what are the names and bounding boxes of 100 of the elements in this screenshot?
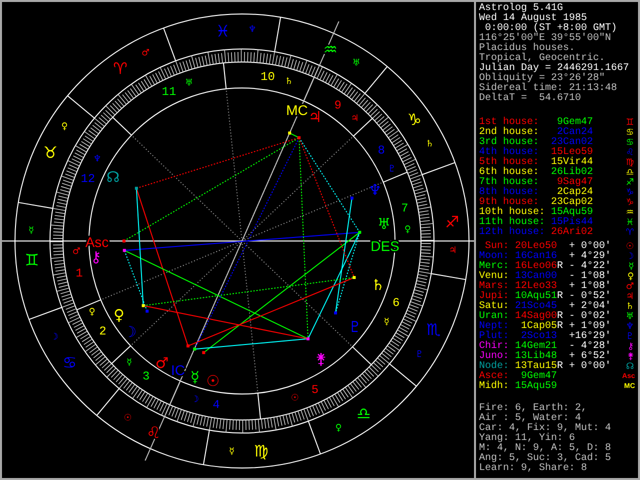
point-name: Chir: xyxy=(479,342,509,352)
chart-info-text: Julian Day = 2446291.1667 xyxy=(479,64,630,74)
point-position: 1Cap05 xyxy=(520,322,557,332)
house-number: 11 xyxy=(162,84,176,99)
element-count-text: Air : 5, Water: 4 xyxy=(479,414,582,424)
sign-glyph: ♋ xyxy=(62,353,77,372)
house-position: 26Ari02 xyxy=(550,228,593,238)
house-number: 9 xyxy=(334,98,342,112)
planet-glyph: ☽ xyxy=(123,323,137,341)
point-name: Nept: xyxy=(479,322,509,332)
point-name: Mars: xyxy=(479,282,509,292)
point-position: 16Can16 xyxy=(514,252,557,262)
house-label: 4th house: xyxy=(479,148,540,158)
point-position: 21Sco45 xyxy=(514,302,557,312)
house-number: 3 xyxy=(142,370,150,384)
house-number: 4 xyxy=(212,398,220,412)
house-number: 7 xyxy=(401,201,408,216)
latitude-text: + 1°09' xyxy=(568,321,611,332)
sign-glyph: ♒ xyxy=(626,208,634,218)
house-label: 12th house: xyxy=(479,228,545,238)
latitude-text: + 4°29' xyxy=(568,251,611,262)
planet-glyph: ☉ xyxy=(626,242,634,252)
house-position: 2Cap24 xyxy=(556,188,593,198)
house-number: 10 xyxy=(260,70,275,84)
point-name: Merc: xyxy=(479,262,509,272)
point-position: 16Leo06 xyxy=(514,262,557,272)
planet-glyph: ♀ xyxy=(627,272,634,282)
chart-info-text: Obliquity = 23°26'28" xyxy=(479,74,606,84)
point-position: 15Aqu59 xyxy=(514,382,557,392)
house-label: 3rd house: xyxy=(479,138,540,148)
house-position: 15Aqu59 xyxy=(550,208,593,218)
ruler-glyph: ♀ xyxy=(61,122,68,132)
chart-info-text: Astrolog 5.41G xyxy=(479,4,564,14)
point-name: Sun: xyxy=(484,242,509,252)
ruler-glyph: ☉ xyxy=(124,413,132,424)
sign-glyph: ♎ xyxy=(626,168,634,178)
point-position: 13Lib48 xyxy=(514,352,557,362)
element-count-text: Yang: 11, Yin: 6 xyxy=(479,434,576,444)
house-label: 10th house: xyxy=(479,208,545,218)
latitude-text: - 0°52' xyxy=(568,291,611,302)
sign-glyph: ♓ xyxy=(626,218,634,228)
ruler-glyph: ♇ xyxy=(388,164,396,175)
house-label: 8th house: xyxy=(479,188,540,198)
element-count-text: Learn: 9, Share: 8 xyxy=(479,464,588,474)
chart-info-text: 0:00:00 (ST +8:00 GMT) xyxy=(485,24,618,34)
latitude-text: + 6°52' xyxy=(568,351,611,362)
house-label: 2nd house: xyxy=(479,128,540,138)
house-number: 5 xyxy=(311,383,319,398)
house-number: 1 xyxy=(76,266,83,281)
house-label: 1st house: xyxy=(479,118,540,128)
ruler-glyph: ♄ xyxy=(426,139,434,150)
ruler-glyph: ♆ xyxy=(93,154,102,165)
latitude-text: + 1°08' xyxy=(568,281,611,292)
point-position: 2Sco13 xyxy=(520,332,557,342)
ruler-glyph: ♄ xyxy=(284,76,293,87)
planet-glyph: ♃ xyxy=(626,292,634,302)
point-name: Juno: xyxy=(479,352,509,362)
point-position: 14Gem21 xyxy=(514,342,557,352)
ruler-glyph: ♂ xyxy=(72,247,80,258)
planet-glyph: ♆ xyxy=(368,181,382,199)
sign-glyph: ♎ xyxy=(356,404,371,423)
house-label: 9th house: xyxy=(479,198,540,208)
planet-glyph: ☊ xyxy=(106,168,120,186)
sign-glyph: ♍ xyxy=(254,442,268,461)
point-position: 12Leo33 xyxy=(514,282,557,292)
ruler-glyph: ♅ xyxy=(185,78,194,89)
latitude-text: - 4°28' xyxy=(568,341,611,352)
house-position: 15Pis44 xyxy=(550,218,593,228)
ruler-glyph: ☉ xyxy=(290,393,299,404)
ruler-glyph: ♅ xyxy=(352,58,360,69)
point-name: Midh: xyxy=(479,382,509,392)
point-name: Venu: xyxy=(479,272,509,282)
planet-glyph: ⚵ xyxy=(316,350,326,368)
planet-glyph: ⚷ xyxy=(90,248,102,266)
sign-glyph: ♑ xyxy=(407,110,422,129)
point-position: 10Aqu51 xyxy=(514,292,557,302)
point-name: Asce: xyxy=(479,372,509,382)
planet-glyph: ☽ xyxy=(626,252,634,262)
point-position: 14Sag00 xyxy=(514,312,557,322)
planet-glyph: ♇ xyxy=(348,318,362,336)
latitude-text: - 0°02' xyxy=(568,311,611,322)
element-count-text: M: 4, N: 9, A: 5, D: 8 xyxy=(479,444,612,454)
point-name: Satu: xyxy=(479,302,509,312)
chart-info-text: 116°25'00"E 39°55'00"N xyxy=(479,34,612,44)
retrograde-label: R xyxy=(557,261,564,272)
latitude-text: + 2°04' xyxy=(568,301,611,312)
latitude-text: - 4°22' xyxy=(568,261,611,272)
retrograde-label: R xyxy=(557,311,564,322)
planet-glyph: ♂ xyxy=(626,282,634,292)
chart-info-text: Sidereal time: 21:13:48 xyxy=(479,84,618,94)
sign-glyph: ♋ xyxy=(626,138,634,148)
point-position: 13Tau15 xyxy=(514,362,557,372)
ruler-glyph: ☿ xyxy=(28,226,34,236)
ruler-glyph: ♀ xyxy=(335,424,342,434)
chart-info-text: Tropical, Geocentric. xyxy=(479,54,606,64)
planet-glyph: ☿ xyxy=(628,262,634,272)
sign-glyph: ♑ xyxy=(626,188,634,198)
point-name: Plut: xyxy=(479,332,509,342)
ruler-glyph: ☿ xyxy=(229,446,235,457)
ruler-glyph: ☽ xyxy=(50,332,58,343)
